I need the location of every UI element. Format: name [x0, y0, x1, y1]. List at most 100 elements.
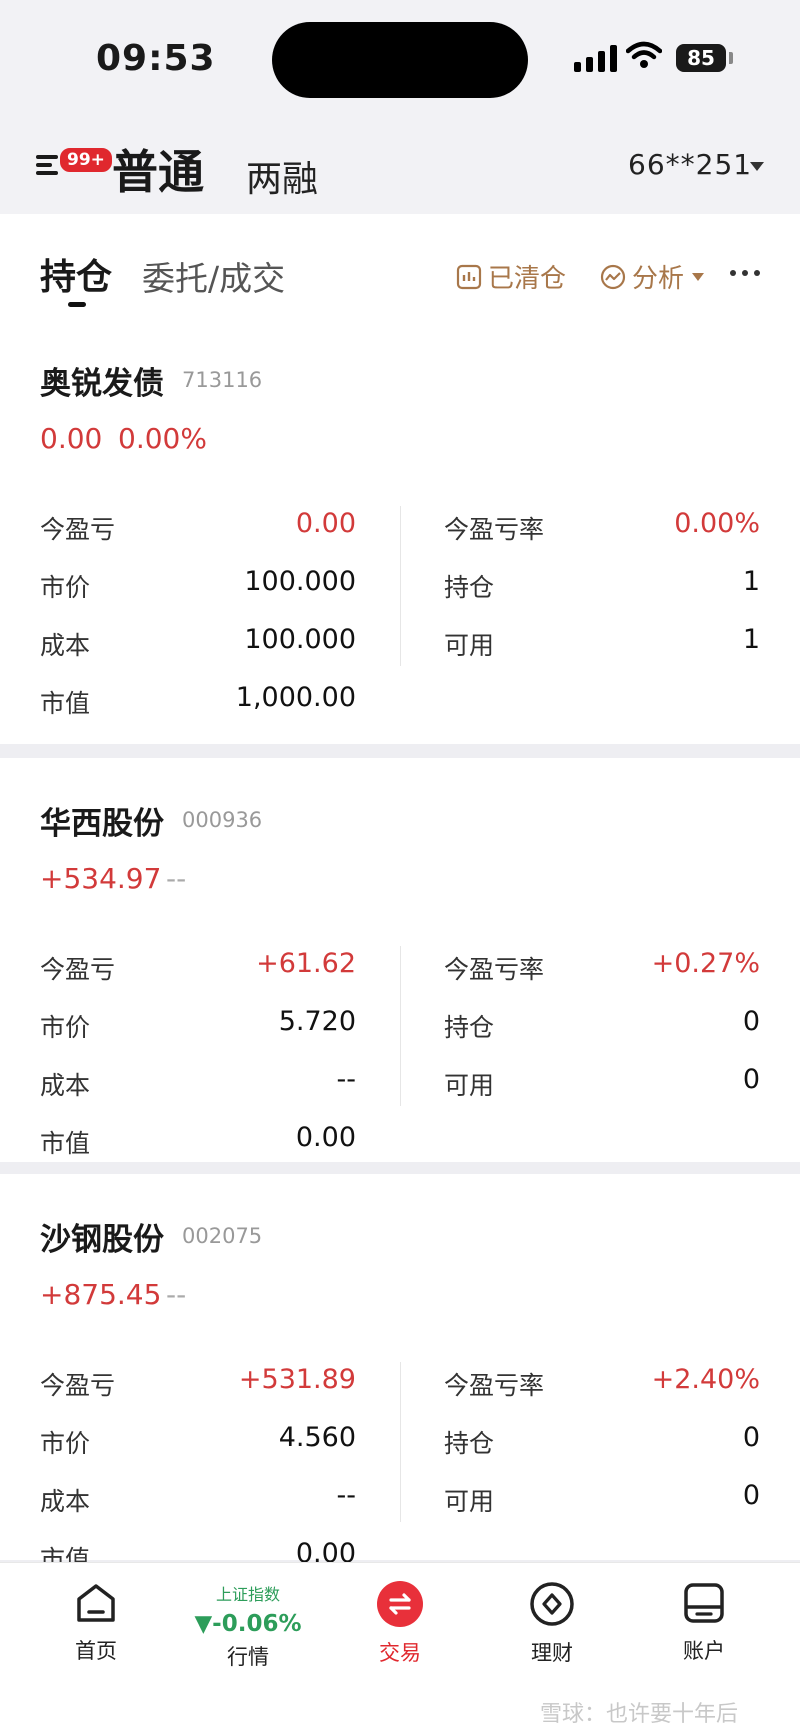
status-bar: 09:53 85	[0, 0, 800, 110]
more-icon[interactable]	[730, 270, 760, 276]
tab-margin-account[interactable]: 两融	[246, 150, 318, 202]
label-cost: 成本	[40, 631, 91, 660]
label-market-value: 市值	[40, 689, 91, 718]
value-position: 0	[742, 1006, 760, 1037]
subtab-bar: 持仓 委托/成交 已清仓 分析	[0, 214, 800, 318]
label-market-value: 市值	[40, 1129, 91, 1158]
wealth-icon	[530, 1582, 574, 1626]
stock-code: 713116	[182, 368, 263, 392]
index-name: 上证指数	[215, 1585, 280, 1604]
label-today-pl-rate: 今盈亏率	[444, 1371, 545, 1400]
tab-active-indicator	[68, 302, 86, 307]
label-available: 可用	[444, 1071, 495, 1100]
battery-icon: 85	[676, 44, 726, 72]
holding-card[interactable]: 奥锐发债 713116 0.00 0.00% 今盈亏 0.00 今盈亏率 0.0…	[0, 318, 800, 744]
status-time: 09:53	[96, 38, 216, 79]
value-cost: --	[336, 1480, 357, 1511]
label-position: 持仓	[444, 1429, 495, 1458]
label-available: 可用	[444, 631, 495, 660]
holding-pl-pct: 0.00%	[118, 422, 207, 455]
tab-positions[interactable]: 持仓	[40, 248, 112, 300]
value-available: 1	[742, 624, 760, 655]
label-cost: 成本	[40, 1487, 91, 1516]
tab-orders-trades[interactable]: 委托/成交	[142, 252, 285, 300]
label-today-pl: 今盈亏	[40, 1371, 116, 1400]
value-today-pl: +531.89	[238, 1364, 356, 1395]
holding-pl: +534.97	[40, 862, 162, 895]
stock-name: 奥锐发债	[40, 366, 164, 402]
trade-icon	[377, 1581, 423, 1627]
bar-chart-icon	[456, 264, 482, 289]
label-price: 市价	[40, 1429, 91, 1458]
tab-normal-account[interactable]: 普通	[112, 136, 204, 202]
value-today-pl-rate: 0.00%	[674, 508, 760, 539]
stock-name: 华西股份	[40, 806, 164, 842]
stock-name: 沙钢股份	[40, 1222, 164, 1258]
value-today-pl-rate: +2.40%	[651, 1364, 760, 1395]
nav-home-label: 首页	[75, 1639, 117, 1663]
holding-pl-pct: --	[166, 1278, 187, 1311]
wifi-icon	[626, 41, 662, 68]
chevron-down-icon[interactable]	[750, 162, 764, 171]
cellular-signal-icon	[574, 44, 617, 72]
nav-wealth[interactable]: 理财	[492, 1581, 612, 1667]
value-today-pl: 0.00	[295, 508, 356, 539]
value-position: 0	[742, 1422, 760, 1453]
label-position: 持仓	[444, 573, 495, 602]
nav-account[interactable]: 账户	[644, 1581, 764, 1665]
dynamic-island	[272, 22, 528, 98]
nav-trade-label: 交易	[379, 1641, 421, 1665]
stock-code: 002075	[182, 1224, 263, 1248]
analysis-button[interactable]: 分析	[600, 258, 705, 295]
account-icon	[684, 1583, 724, 1623]
index-change: ▼-0.06%	[194, 1611, 302, 1637]
nav-account-label: 账户	[683, 1639, 725, 1663]
home-icon	[77, 1584, 115, 1622]
battery-tip	[729, 52, 733, 64]
holding-pl: 0.00	[40, 422, 103, 455]
nav-trade[interactable]: 交易	[340, 1581, 460, 1667]
analysis-label: 分析	[632, 264, 685, 294]
nav-wealth-label: 理财	[531, 1641, 573, 1665]
label-price: 市价	[40, 1013, 91, 1042]
label-today-pl-rate: 今盈亏率	[444, 955, 545, 984]
value-position: 1	[742, 566, 760, 597]
app-header: 99+ 普通 两融 66**251	[0, 110, 800, 214]
holding-pl: +875.45	[40, 1278, 162, 1311]
value-price: 5.720	[278, 1006, 356, 1037]
value-cost: 100.000	[244, 624, 356, 655]
label-available: 可用	[444, 1487, 495, 1516]
nav-market[interactable]: 上证指数 ▼-0.06% 行情	[188, 1577, 308, 1671]
value-market-value: 1,000.00	[235, 682, 356, 713]
caret-down-icon	[692, 272, 705, 281]
holding-card[interactable]: 沙钢股份 002075 +875.45 -- 今盈亏 +531.89 今盈亏率 …	[0, 1174, 800, 1574]
cleared-positions-button[interactable]: 已清仓	[456, 258, 566, 295]
cleared-label: 已清仓	[488, 264, 567, 294]
value-cost: --	[336, 1064, 357, 1095]
account-selector[interactable]: 66**251	[628, 148, 752, 181]
trend-icon	[600, 264, 626, 289]
value-available: 0	[742, 1480, 760, 1511]
value-today-pl: +61.62	[256, 948, 356, 979]
label-today-pl: 今盈亏	[40, 515, 116, 544]
label-today-pl-rate: 今盈亏率	[444, 515, 545, 544]
holding-card[interactable]: 华西股份 000936 +534.97 -- 今盈亏 +61.62 今盈亏率 +…	[0, 758, 800, 1162]
label-today-pl: 今盈亏	[40, 955, 116, 984]
nav-market-label: 行情	[227, 1645, 269, 1669]
label-price: 市价	[40, 573, 91, 602]
holding-pl-pct: --	[166, 862, 187, 895]
value-available: 0	[742, 1064, 760, 1095]
label-cost: 成本	[40, 1071, 91, 1100]
column-divider	[400, 946, 401, 1106]
nav-home[interactable]: 首页	[36, 1581, 156, 1665]
value-price: 4.560	[278, 1422, 356, 1453]
value-price: 100.000	[244, 566, 356, 597]
notification-badge: 99+	[58, 146, 114, 174]
positions-content: 持仓 委托/成交 已清仓 分析 奥锐发债 713116 0.00 0.00% 今…	[0, 214, 800, 1574]
watermark: 雪球：也许要十年后	[540, 1702, 739, 1727]
value-today-pl-rate: +0.27%	[651, 948, 760, 979]
stock-code: 000936	[182, 808, 263, 832]
column-divider	[400, 1362, 401, 1522]
column-divider	[400, 506, 401, 666]
value-market-value: 0.00	[295, 1122, 356, 1153]
